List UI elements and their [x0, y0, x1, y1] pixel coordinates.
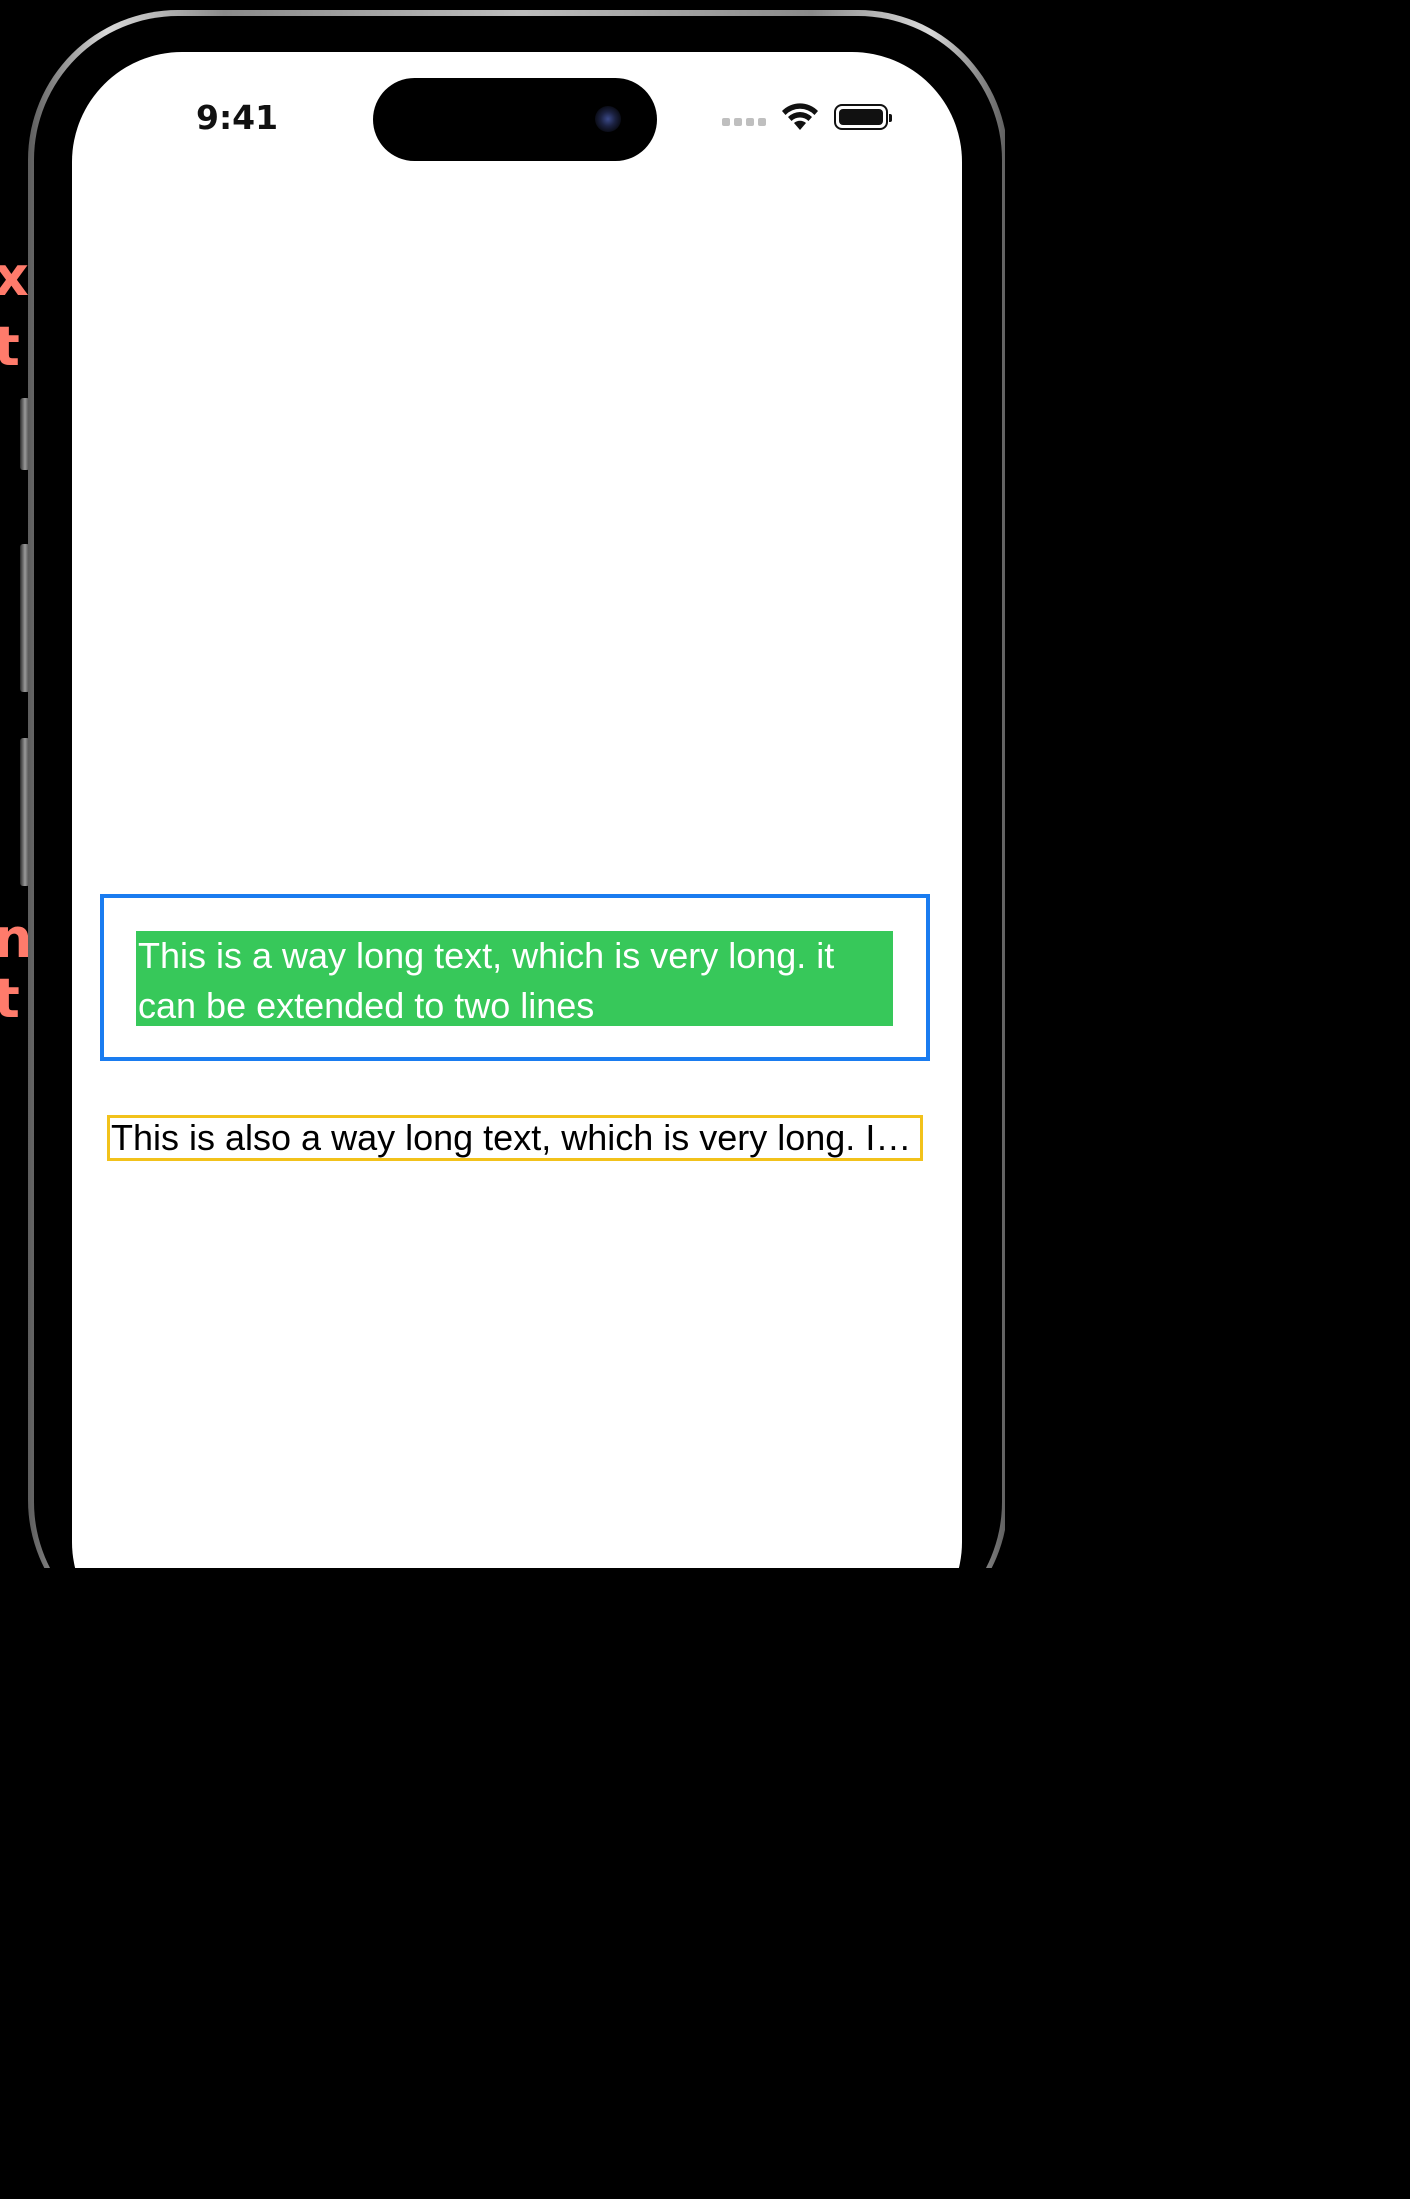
wifi-icon — [782, 103, 818, 130]
dynamic-island — [373, 78, 657, 161]
status-time: 9:41 — [196, 98, 279, 137]
multiline-label: This is a way long text, which is very l… — [136, 931, 893, 1026]
status-icons — [722, 102, 892, 132]
phone-screen: 9:41 This is a way long text, which is v… — [72, 52, 962, 1568]
canvas: xt t ng t 9:41 Th — [0, 0, 1005, 1568]
battery-icon — [834, 104, 892, 130]
background-text-line-4: t — [0, 967, 20, 1030]
signal-icon — [722, 118, 766, 126]
front-camera-icon — [595, 106, 621, 132]
background-text-line-2: t — [0, 315, 20, 378]
truncated-label-container: This is also a way long text, which is v… — [107, 1115, 923, 1161]
truncated-label: This is also a way long text, which is v… — [111, 1117, 919, 1158]
multiline-label-container: This is a way long text, which is very l… — [100, 894, 930, 1061]
